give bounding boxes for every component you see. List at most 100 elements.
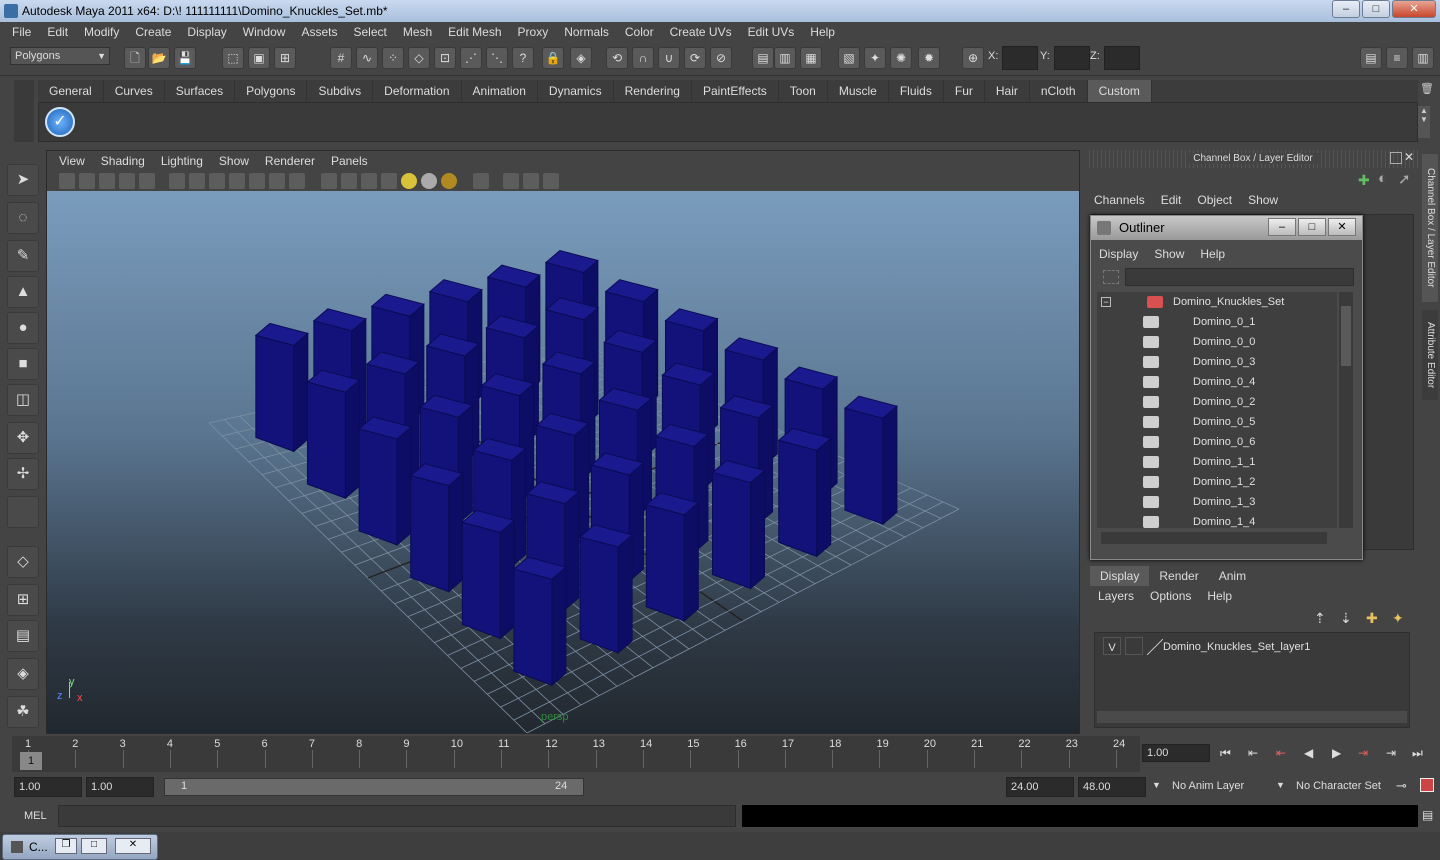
- channel-menu-edit[interactable]: Edit: [1153, 190, 1190, 210]
- step-forward-icon[interactable]: ⇥: [1386, 746, 1396, 760]
- output-ops-icon[interactable]: ⋱: [486, 47, 508, 69]
- cube-textured-icon[interactable]: [361, 173, 377, 189]
- tool-settings-toggle-icon[interactable]: ▥: [1412, 47, 1434, 69]
- ipr-render-icon[interactable]: ▦: [800, 47, 822, 69]
- rotate-tool-icon[interactable]: ●: [7, 312, 39, 344]
- float-panel-icon[interactable]: [1390, 152, 1402, 164]
- menu-window[interactable]: Window: [235, 25, 294, 39]
- menu-edit[interactable]: Edit: [39, 25, 76, 39]
- transform-input-icon[interactable]: ⊕: [962, 47, 984, 69]
- domino-mesh[interactable]: [358, 416, 413, 546]
- viewport-menu-view[interactable]: View: [51, 154, 93, 168]
- menu-create-uvs[interactable]: Create UVs: [662, 25, 740, 39]
- symmetry-icon[interactable]: ⟳: [684, 47, 706, 69]
- paint-icon[interactable]: ✺: [890, 47, 912, 69]
- select-object-icon[interactable]: ▣: [248, 47, 270, 69]
- sculpt-icon[interactable]: ✹: [918, 47, 940, 69]
- tab-fluids[interactable]: Fluids: [889, 80, 944, 102]
- checker-icon[interactable]: [381, 173, 397, 189]
- open-scene-icon[interactable]: 📂: [148, 47, 170, 69]
- viewport-menu-panels[interactable]: Panels: [323, 154, 376, 168]
- domino-mesh[interactable]: [254, 322, 309, 453]
- checkmark-icon[interactable]: ✓: [45, 107, 75, 137]
- domino-mesh[interactable]: [777, 427, 832, 558]
- textured-icon[interactable]: [249, 173, 265, 189]
- soft-mod-tool-icon[interactable]: ✥: [7, 422, 39, 454]
- shelf-scroll[interactable]: ▲ ▼: [1418, 106, 1430, 138]
- image-plane-icon[interactable]: [119, 173, 135, 189]
- tab-general[interactable]: General: [38, 80, 104, 102]
- list-item[interactable]: Domino_0_2: [1097, 392, 1337, 412]
- lasso-tool-icon[interactable]: ◌: [7, 202, 39, 234]
- range-bar[interactable]: 1 24: [164, 778, 584, 796]
- layer-type-toggle[interactable]: [1125, 637, 1143, 655]
- move-layer-up-icon[interactable]: ⇡: [1314, 610, 1326, 627]
- move-layer-down-icon[interactable]: ⇣: [1340, 610, 1352, 627]
- menu-display[interactable]: Display: [179, 25, 234, 39]
- current-frame-marker[interactable]: 1: [20, 752, 42, 770]
- play-forward-icon[interactable]: ▶: [1332, 746, 1341, 760]
- move-tool-icon[interactable]: ▲: [7, 276, 39, 308]
- step-forward-key-icon[interactable]: ⇥: [1358, 746, 1368, 760]
- list-item[interactable]: Domino_0_0: [1097, 332, 1337, 352]
- magnet-icon[interactable]: ∩: [632, 47, 654, 69]
- save-scene-icon[interactable]: 💾: [174, 47, 196, 69]
- tab-rendering[interactable]: Rendering: [614, 80, 692, 102]
- list-item[interactable]: Domino_1_2: [1097, 472, 1337, 492]
- layer-color-icon[interactable]: [1147, 639, 1163, 655]
- paint-select-tool-icon[interactable]: ✎: [7, 240, 39, 272]
- layer-menu-options[interactable]: Options: [1142, 586, 1199, 606]
- menu-edit-mesh[interactable]: Edit Mesh: [440, 25, 509, 39]
- close-button[interactable]: ✕: [1392, 0, 1436, 18]
- camera-attributes-icon[interactable]: [79, 173, 95, 189]
- attribute-editor-toggle-icon[interactable]: ≡: [1386, 47, 1408, 69]
- menu-select[interactable]: Select: [345, 25, 394, 39]
- menu-edit-uvs[interactable]: Edit UVs: [740, 25, 803, 39]
- new-scene-icon[interactable]: 🗋: [124, 47, 146, 69]
- camera-select-icon[interactable]: [59, 173, 75, 189]
- outliner-filter-input[interactable]: [1125, 268, 1354, 286]
- layer-visibility-toggle[interactable]: V: [1103, 637, 1121, 655]
- tab-render-layers[interactable]: Render: [1149, 566, 1208, 586]
- domino-mesh[interactable]: [409, 463, 464, 593]
- outliner-window[interactable]: Outliner – □ ✕ Display Show Help − Domin…: [1090, 215, 1363, 560]
- tab-muscle[interactable]: Muscle: [828, 80, 889, 102]
- filter-icon[interactable]: [1103, 270, 1119, 284]
- domino-mesh[interactable]: [512, 556, 568, 687]
- character-set-select[interactable]: No Character Set: [1292, 777, 1392, 797]
- xray-icon[interactable]: [503, 173, 519, 189]
- select-tool-icon[interactable]: ➤: [7, 164, 39, 196]
- select-hierarchy-icon[interactable]: ⬚: [222, 47, 244, 69]
- tab-dynamics[interactable]: Dynamics: [538, 80, 614, 102]
- render-view-icon[interactable]: ▤: [752, 47, 774, 69]
- shelf-gripper[interactable]: [14, 80, 34, 142]
- viewport-menu-renderer[interactable]: Renderer: [257, 154, 323, 168]
- snap-point-icon[interactable]: ⁘: [382, 47, 404, 69]
- all-lights-icon[interactable]: [421, 173, 437, 189]
- x-input[interactable]: [1002, 46, 1038, 70]
- input-ops-icon[interactable]: ⋰: [460, 47, 482, 69]
- go-to-end-icon[interactable]: ⏭: [1412, 746, 1423, 761]
- collapse-icon[interactable]: −: [1101, 297, 1111, 307]
- scale-manip-icon[interactable]: ➚: [1398, 170, 1411, 188]
- help-icon[interactable]: ?: [512, 47, 534, 69]
- menu-mesh[interactable]: Mesh: [395, 25, 440, 39]
- new-layer-selected-icon[interactable]: ✦: [1392, 610, 1404, 627]
- tab-deformation[interactable]: Deformation: [373, 80, 462, 102]
- tab-polygons[interactable]: Polygons: [235, 80, 308, 102]
- single-pane-layout-icon[interactable]: ◇: [7, 546, 39, 578]
- viewport-menu-lighting[interactable]: Lighting: [153, 154, 211, 168]
- side-tab-channel-box[interactable]: Channel Box / Layer Editor: [1422, 154, 1438, 302]
- grid-toggle-icon[interactable]: [169, 173, 185, 189]
- menu-proxy[interactable]: Proxy: [510, 25, 557, 39]
- tab-curves[interactable]: Curves: [104, 80, 165, 102]
- film-gate-icon[interactable]: [139, 173, 155, 189]
- history-icon[interactable]: ⟲: [606, 47, 628, 69]
- menu-create[interactable]: Create: [127, 25, 179, 39]
- layer-horizontal-scrollbar[interactable]: [1097, 711, 1407, 723]
- cube-wire-icon[interactable]: [321, 173, 337, 189]
- tab-display-layers[interactable]: Display: [1090, 566, 1150, 586]
- domino-mesh[interactable]: [579, 524, 634, 655]
- snap-plane-icon[interactable]: ◇: [408, 47, 430, 69]
- current-time-field[interactable]: 1.00: [1142, 744, 1210, 762]
